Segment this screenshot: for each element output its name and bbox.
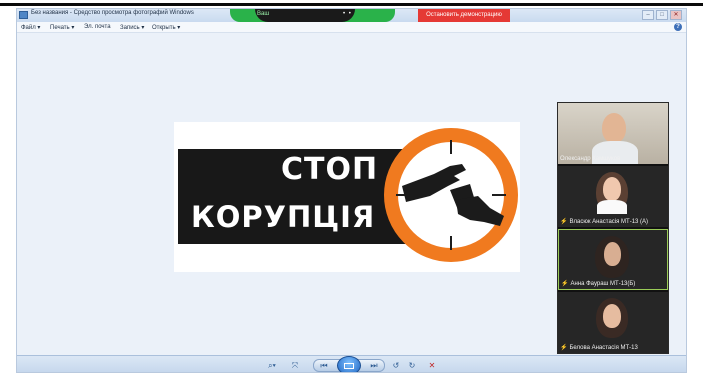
slideshow-icon <box>344 363 354 369</box>
maximize-button[interactable]: □ <box>656 10 668 20</box>
participant-name: ⚡ Власюк Анастасія МТ-13 (А) <box>560 219 649 225</box>
hands-bribe-icon <box>402 164 504 226</box>
minimize-button[interactable]: – <box>642 10 654 20</box>
rotate-left-icon[interactable]: ↺ <box>390 360 402 371</box>
menu-print[interactable]: Печать ▾ <box>50 24 74 31</box>
participant-avatar <box>603 177 621 201</box>
image-viewport: СТОП КОРУПЦІЯ Олександр Камшуков ⚡ Власю… <box>17 33 686 355</box>
stop-sharing-button[interactable]: Остановить демонстрацию <box>418 9 510 22</box>
menu-burn[interactable]: Запись ▾ <box>120 24 144 31</box>
meeting-more-icon[interactable]: • • <box>343 11 352 17</box>
title-bar: Без названия - Средство просмотра фотогр… <box>17 9 686 22</box>
delete-icon[interactable]: ✕ <box>426 360 438 371</box>
displayed-image: СТОП КОРУПЦІЯ <box>174 122 520 272</box>
next-icon[interactable]: ⏭ <box>367 360 381 371</box>
participant-name: Олександр Камшуков <box>560 156 621 162</box>
close-button[interactable]: ✕ <box>670 10 682 20</box>
participant-shirt <box>597 200 627 214</box>
bottom-toolbar: ⌕▾ ⤧ ⏮ ⏭ ↺ ↻ ✕ <box>17 355 686 372</box>
participant-tile[interactable]: ⚡ Белова Анастасія МТ-13 <box>558 292 668 353</box>
participant-avatar <box>602 113 626 143</box>
zoom-icon[interactable]: ⌕▾ <box>263 360 281 371</box>
participant-tile[interactable]: ⚡ Власюк Анастасія МТ-13 (А) <box>558 166 668 227</box>
mic-muted-icon: ⚡ <box>560 219 568 225</box>
window-title: Без названия - Средство просмотра фотогр… <box>31 10 194 16</box>
menu-open[interactable]: Открыть ▾ <box>152 24 180 31</box>
menu-bar: Файл ▾ Печать ▾ Эл. почта Запись ▾ Откры… <box>17 22 686 33</box>
menu-email[interactable]: Эл. почта <box>84 24 111 30</box>
clock-tick-top <box>450 140 452 154</box>
slideshow-button[interactable] <box>337 356 361 372</box>
participant-name: ⚡ Анна Фаураш МТ-13(Б) <box>561 281 636 287</box>
top-rule <box>0 3 703 6</box>
meeting-control-notch <box>255 9 355 22</box>
mic-muted-icon: ⚡ <box>560 345 568 351</box>
participant-tile-active[interactable]: ⚡ Анна Фаураш МТ-13(Б) <box>558 229 668 290</box>
meeting-id-label: Ваш <box>257 11 270 17</box>
participant-avatar <box>604 242 621 266</box>
photo-viewer-app-icon <box>19 11 28 19</box>
participant-tile[interactable]: Олександр Камшуков <box>558 103 668 164</box>
clock-ring-graphic <box>384 128 518 262</box>
menu-file[interactable]: Файл ▾ <box>21 24 40 31</box>
help-icon[interactable]: ? <box>674 23 682 31</box>
rotate-right-icon[interactable]: ↻ <box>406 360 418 371</box>
participant-name: ⚡ Белова Анастасія МТ-13 <box>560 345 638 351</box>
logo-text-stop: СТОП <box>281 152 379 187</box>
window-controls: – □ ✕ <box>642 10 682 20</box>
previous-icon[interactable]: ⏮ <box>317 360 331 371</box>
logo-text-corruption: КОРУПЦІЯ <box>191 200 376 234</box>
photo-viewer-window: Без названия - Средство просмотра фотогр… <box>16 8 687 373</box>
clock-tick-bottom <box>450 236 452 250</box>
participants-gallery: Олександр Камшуков ⚡ Власюк Анастасія МТ-… <box>557 102 669 354</box>
mic-muted-icon: ⚡ <box>561 281 569 287</box>
participant-avatar <box>603 304 621 328</box>
fit-to-window-icon[interactable]: ⤧ <box>289 360 301 371</box>
